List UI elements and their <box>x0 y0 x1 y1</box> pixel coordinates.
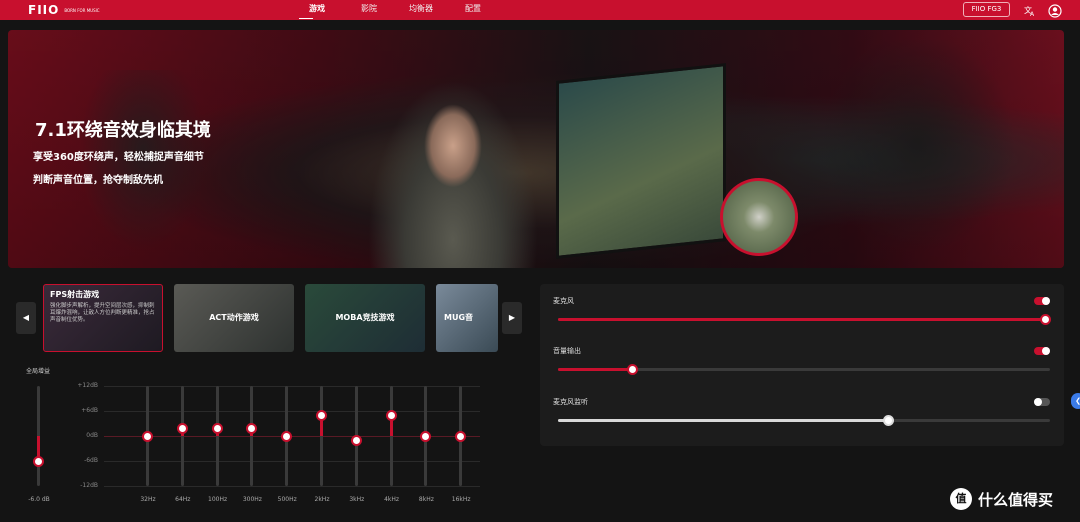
device-button[interactable]: FIIO FG3 <box>963 2 1010 17</box>
tab-equalizer[interactable]: 均衡器 <box>395 3 447 14</box>
logo-tagline: BORN FOR MUSIC <box>64 7 100 13</box>
eq-band-knob[interactable] <box>281 431 293 442</box>
user-icon[interactable] <box>1048 3 1062 18</box>
logo-mark: FIIO <box>28 3 60 17</box>
game-mode-panel: ◀ FPS射击游戏 强化脚步声解析，提升空间层次感，抑制刺耳爆炸混响，让敌人方位… <box>8 276 530 516</box>
mode-list: FPS射击游戏 强化脚步声解析，提升空间层次感，抑制刺耳爆炸混响，让敌人方位判断… <box>43 284 498 352</box>
db-scale-label: 0dB <box>86 432 98 439</box>
db-scale-label: -12dB <box>80 482 98 489</box>
eq-band-slider[interactable] <box>176 386 188 486</box>
eq-band-knob[interactable] <box>385 410 397 422</box>
eq-band-knob[interactable] <box>142 431 153 442</box>
mode-card-act[interactable]: ACT动作游戏 <box>174 284 294 352</box>
eq-band-slider[interactable] <box>420 386 432 486</box>
eq-band-knob[interactable] <box>350 435 362 447</box>
global-gain-knob[interactable] <box>33 456 44 467</box>
monitor-image <box>556 63 726 259</box>
watermark-text: 什么值得买 <box>978 490 1054 509</box>
watermark: 值 什么值得买 <box>950 488 1053 510</box>
translate-icon[interactable]: 文A <box>1023 3 1037 18</box>
gamer-image <box>368 80 538 268</box>
eq-band-knob[interactable] <box>420 431 432 442</box>
db-scale-label: +6dB <box>81 407 98 414</box>
tab-cinema[interactable]: 影院 <box>343 3 395 14</box>
next-mode-button[interactable]: ▶ <box>502 302 522 334</box>
global-gain-label: 全局增益 <box>26 368 51 375</box>
control-slider[interactable] <box>558 314 1051 325</box>
top-bar: FIIO BORN FOR MUSIC 游戏 影院 均衡器 配置 FIIO FG… <box>0 0 1080 20</box>
fiio-logo: FIIO BORN FOR MUSIC <box>28 3 104 17</box>
eq-band-slider[interactable] <box>246 386 258 486</box>
watermark-logo: 值 <box>950 488 972 510</box>
hero-title: 7.1环绕音效身临其境 <box>35 120 211 141</box>
control-label: 麦克风监听 <box>553 398 588 406</box>
eq-band-slider[interactable] <box>281 386 293 486</box>
svg-text:A: A <box>1030 11 1035 17</box>
main-nav: 游戏 影院 均衡器 配置 <box>291 3 499 19</box>
mode-label: MOBA竞技游戏 <box>335 313 395 322</box>
control-slider-knob[interactable] <box>882 415 894 426</box>
mode-label: ACT动作游戏 <box>209 313 259 322</box>
control-toggle[interactable] <box>1034 347 1050 355</box>
control-slider-fill <box>558 318 1050 321</box>
eq-band-frequency: 16kHz <box>451 496 471 503</box>
tab-config[interactable]: 配置 <box>447 3 499 14</box>
equalizer: -6.0 dB +12dB +6dB 0dB -6dB -12dB 32Hz 64Hz 10… <box>8 376 530 506</box>
eq-band-slider[interactable] <box>385 386 397 486</box>
control-label: 音量输出 <box>553 347 581 355</box>
control-slider-fill <box>558 368 632 371</box>
db-scale-label: -6dB <box>84 457 98 464</box>
control-slider[interactable] <box>558 364 1050 375</box>
audio-controls-panel: 麦克风音量输出麦克风监听 <box>540 284 1064 446</box>
soldier-right-image <box>808 40 1028 268</box>
control-label: 麦克风 <box>553 297 574 305</box>
eq-band-slider[interactable] <box>142 386 153 486</box>
hero-line-1: 享受360度环绕声，轻松捕捉声音细节 <box>33 152 204 163</box>
eq-band-slider[interactable] <box>316 386 327 486</box>
mode-label: FPS射击游戏 <box>50 290 100 299</box>
side-expand-button[interactable]: ❮ <box>1071 393 1080 409</box>
control-slider[interactable] <box>558 415 1050 426</box>
hero-banner: 7.1环绕音效身临其境 享受360度环绕声，轻松捕捉声音细节 判断声音位置，抢夺… <box>8 30 1064 268</box>
eq-band-knob[interactable] <box>176 422 188 434</box>
soldier-left-image <box>68 70 218 268</box>
prev-mode-button[interactable]: ◀ <box>16 302 36 334</box>
control-slider-knob[interactable] <box>626 364 638 375</box>
eq-band-knob[interactable] <box>246 422 258 434</box>
eq-gridline <box>104 486 480 487</box>
global-gain-value: -6.0 dB <box>28 496 50 503</box>
mode-description: 强化脚步声解析，提升空间层次感，抑制刺耳爆炸混响，让敌人方位判断更精准，抢占声音… <box>50 303 155 323</box>
control-toggle[interactable] <box>1034 398 1050 406</box>
eq-band-knob[interactable] <box>211 422 223 434</box>
mode-card-mug[interactable]: MUG音 <box>436 284 498 352</box>
db-scale-label: +12dB <box>77 382 98 389</box>
tab-game[interactable]: 游戏 <box>291 3 343 19</box>
global-gain-slider[interactable] <box>33 386 44 486</box>
eq-band-slider[interactable] <box>350 386 362 486</box>
mode-card-fps[interactable]: FPS射击游戏 强化脚步声解析，提升空间层次感，抑制刺耳爆炸混响，让敌人方位判断… <box>43 284 163 352</box>
eq-band-slider[interactable] <box>455 386 467 486</box>
eq-band-knob[interactable] <box>455 431 467 442</box>
radar-map-image <box>720 178 798 256</box>
mode-label: MUG音 <box>444 313 474 322</box>
hero-line-2: 判断声音位置，抢夺制敌先机 <box>33 175 163 186</box>
control-slider-knob[interactable] <box>1040 314 1051 325</box>
mode-card-moba[interactable]: MOBA竞技游戏 <box>305 284 425 352</box>
eq-band-slider[interactable] <box>211 386 223 486</box>
eq-band-knob[interactable] <box>316 410 327 422</box>
control-toggle[interactable] <box>1034 297 1050 305</box>
control-slider-fill <box>558 419 888 422</box>
